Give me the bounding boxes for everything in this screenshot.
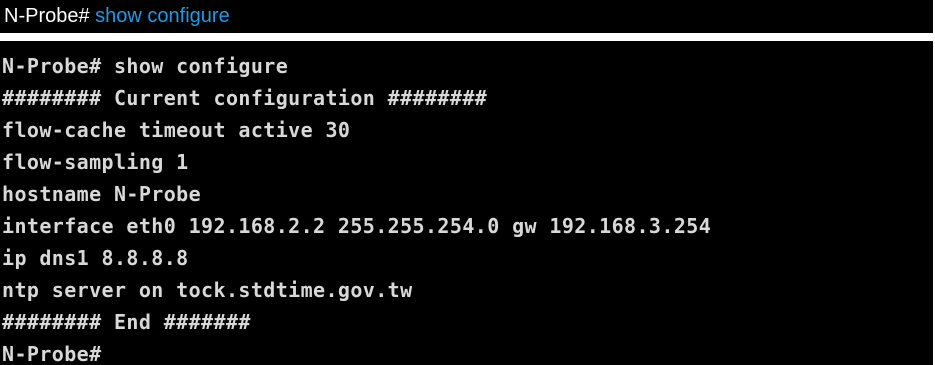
terminal-line-flow-sampling: flow-sampling 1 — [2, 150, 189, 174]
terminal-line-dns: ip dns1 8.8.8.8 — [2, 246, 189, 270]
caption-command: show configure — [95, 5, 230, 27]
terminal-line-hostname: hostname N-Probe — [2, 182, 202, 206]
terminal-line-config-header: ######## Current configuration ######## — [2, 86, 488, 110]
terminal-line-interface: interface eth0 192.168.2.2 255.255.254.0… — [2, 214, 712, 238]
caption-prompt: N-Probe# — [4, 5, 90, 27]
terminal-line-command: N-Probe# show configure — [2, 54, 289, 78]
terminal-line-ntp: ntp server on tock.stdtime.gov.tw — [2, 278, 413, 302]
terminal-line-flow-cache: flow-cache timeout active 30 — [2, 118, 351, 142]
command-caption-bar: N-Probe# show configure — [0, 0, 933, 33]
terminal-line-end: ######## End ####### — [2, 310, 251, 334]
terminal-prompt-line[interactable]: N-Probe# — [2, 338, 933, 365]
terminal-window[interactable]: N-Probe# show configure ######## Current… — [0, 41, 933, 365]
